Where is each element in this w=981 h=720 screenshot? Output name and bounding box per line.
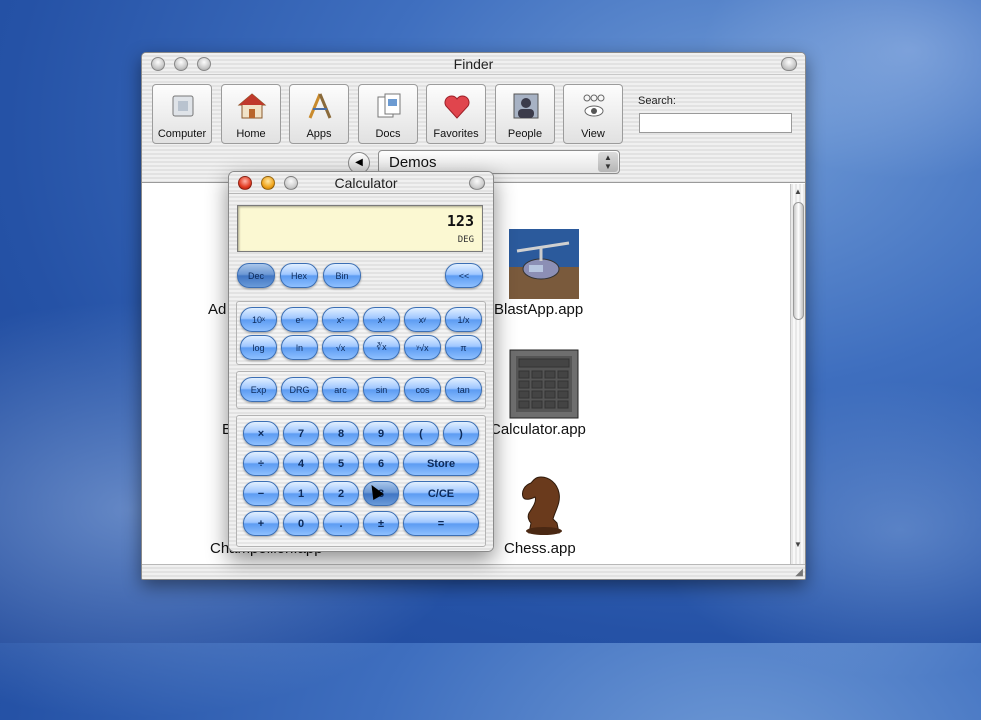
key-1[interactable]: 1: [283, 481, 319, 506]
key-xy[interactable]: xʸ: [404, 307, 441, 332]
file-item-label[interactable]: Ad: [208, 301, 226, 318]
resize-grip-icon[interactable]: ◢: [795, 567, 803, 578]
favorites-icon: [442, 91, 472, 121]
search-label: Search:: [638, 95, 676, 107]
display-mode: DEG: [457, 235, 474, 245]
toolbar-label: Computer: [157, 128, 207, 140]
key-ex[interactable]: eˣ: [281, 307, 318, 332]
calculator-titlebar[interactable]: Calculator: [229, 172, 493, 194]
scroll-down-icon[interactable]: ▼: [791, 540, 805, 549]
key-sign[interactable]: ±: [363, 511, 399, 536]
key-2[interactable]: 2: [323, 481, 359, 506]
key-reciprocal[interactable]: 1/x: [445, 307, 482, 332]
key-0[interactable]: 0: [283, 511, 319, 536]
toolbar-home-button[interactable]: Home: [221, 84, 281, 144]
key-4[interactable]: 4: [283, 451, 319, 476]
blastapp-icon[interactable]: [509, 229, 579, 299]
key-5[interactable]: 5: [323, 451, 359, 476]
calculator-body: 123 DEG Dec Hex Bin << 10ˣ eˣ x² x³ xʸ 1…: [229, 194, 493, 551]
key-dec[interactable]: Dec: [237, 263, 275, 288]
key-arc[interactable]: arc: [322, 377, 359, 402]
key-bin[interactable]: Bin: [323, 263, 361, 288]
key-multiply[interactable]: ×: [243, 421, 279, 446]
key-hex[interactable]: Hex: [280, 263, 318, 288]
finder-statusbar: ◢: [142, 564, 805, 579]
key-minus[interactable]: −: [243, 481, 279, 506]
key-pi[interactable]: π: [445, 335, 482, 360]
calculator-title: Calculator: [334, 175, 398, 191]
toolbar-label: Home: [236, 128, 266, 140]
scroll-thumb[interactable]: [793, 202, 804, 320]
scroll-up-icon[interactable]: ▲: [791, 187, 805, 196]
key-8[interactable]: 8: [323, 421, 359, 446]
calc-drawer-button[interactable]: [469, 176, 485, 190]
key-sin[interactable]: sin: [363, 377, 400, 402]
finder-toolbar: Computer Home Apps Docs Favorites People…: [142, 75, 805, 183]
finder-titlebar[interactable]: Finder: [142, 53, 805, 75]
key-x2[interactable]: x²: [322, 307, 359, 332]
calculator-app-icon[interactable]: [509, 349, 579, 419]
key-close-paren[interactable]: ): [443, 421, 479, 446]
key-log[interactable]: log: [240, 335, 277, 360]
key-divide[interactable]: ÷: [243, 451, 279, 476]
toolbar-label: People: [507, 128, 543, 140]
key-6[interactable]: 6: [363, 451, 399, 476]
file-item-label[interactable]: Chess.app: [504, 540, 576, 557]
toolbar-computer-button[interactable]: Computer: [152, 84, 212, 144]
vertical-scrollbar[interactable]: ▲ ▼: [790, 184, 805, 567]
key-open-paren[interactable]: (: [403, 421, 439, 446]
back-arrow-icon: ◀: [355, 157, 363, 168]
view-icon: [579, 91, 609, 121]
toolbar-apps-button[interactable]: Apps: [289, 84, 349, 144]
docs-icon: [374, 91, 404, 121]
file-item-label[interactable]: Calculator.app: [490, 421, 586, 438]
key-10x[interactable]: 10ˣ: [240, 307, 277, 332]
key-decimal[interactable]: .: [323, 511, 359, 536]
key-equals[interactable]: =: [403, 511, 479, 536]
key-7[interactable]: 7: [283, 421, 319, 446]
computer-icon: [168, 91, 198, 121]
toolbar-label: View: [581, 128, 605, 140]
calculator-window: Calculator 123 DEG Dec Hex Bin << 10ˣ eˣ…: [228, 171, 494, 552]
key-tan[interactable]: tan: [445, 377, 482, 402]
key-store[interactable]: Store: [403, 451, 479, 476]
key-ln[interactable]: ln: [281, 335, 318, 360]
key-yroot[interactable]: ʸ√x: [404, 335, 441, 360]
key-drg[interactable]: DRG: [281, 377, 318, 402]
calculator-display: 123 DEG: [237, 205, 483, 252]
finder-title: Finder: [453, 56, 494, 72]
path-text: Demos: [389, 154, 437, 171]
display-value: 123: [446, 212, 474, 230]
toolbar-favorites-button[interactable]: Favorites: [426, 84, 486, 144]
toolbar-label: Favorites: [433, 128, 479, 140]
key-plus[interactable]: +: [243, 511, 279, 536]
toolbar-docs-button[interactable]: Docs: [358, 84, 418, 144]
people-icon: [511, 91, 541, 121]
key-cos[interactable]: cos: [404, 377, 441, 402]
toolbar-label: Docs: [375, 128, 401, 140]
apps-icon: [305, 91, 335, 121]
key-x3[interactable]: x³: [363, 307, 400, 332]
toolbar-view-button[interactable]: View: [563, 84, 623, 144]
toolbar-toggle-button[interactable]: [781, 57, 797, 71]
toolbar-label: Apps: [306, 128, 332, 140]
key-cbrt[interactable]: ∛x: [363, 335, 400, 360]
key-exp[interactable]: Exp: [240, 377, 277, 402]
search-input[interactable]: [639, 113, 792, 133]
toolbar-people-button[interactable]: People: [495, 84, 555, 144]
key-backspace[interactable]: <<: [445, 263, 483, 288]
key-9[interactable]: 9: [363, 421, 399, 446]
home-icon: [237, 91, 267, 121]
key-sqrt[interactable]: √x: [322, 335, 359, 360]
chess-icon[interactable]: [509, 467, 579, 537]
popup-arrows-icon: ▲ ▼: [598, 152, 618, 172]
key-clear[interactable]: C/CE: [403, 481, 479, 506]
file-item-label[interactable]: BlastApp.app: [494, 301, 583, 318]
